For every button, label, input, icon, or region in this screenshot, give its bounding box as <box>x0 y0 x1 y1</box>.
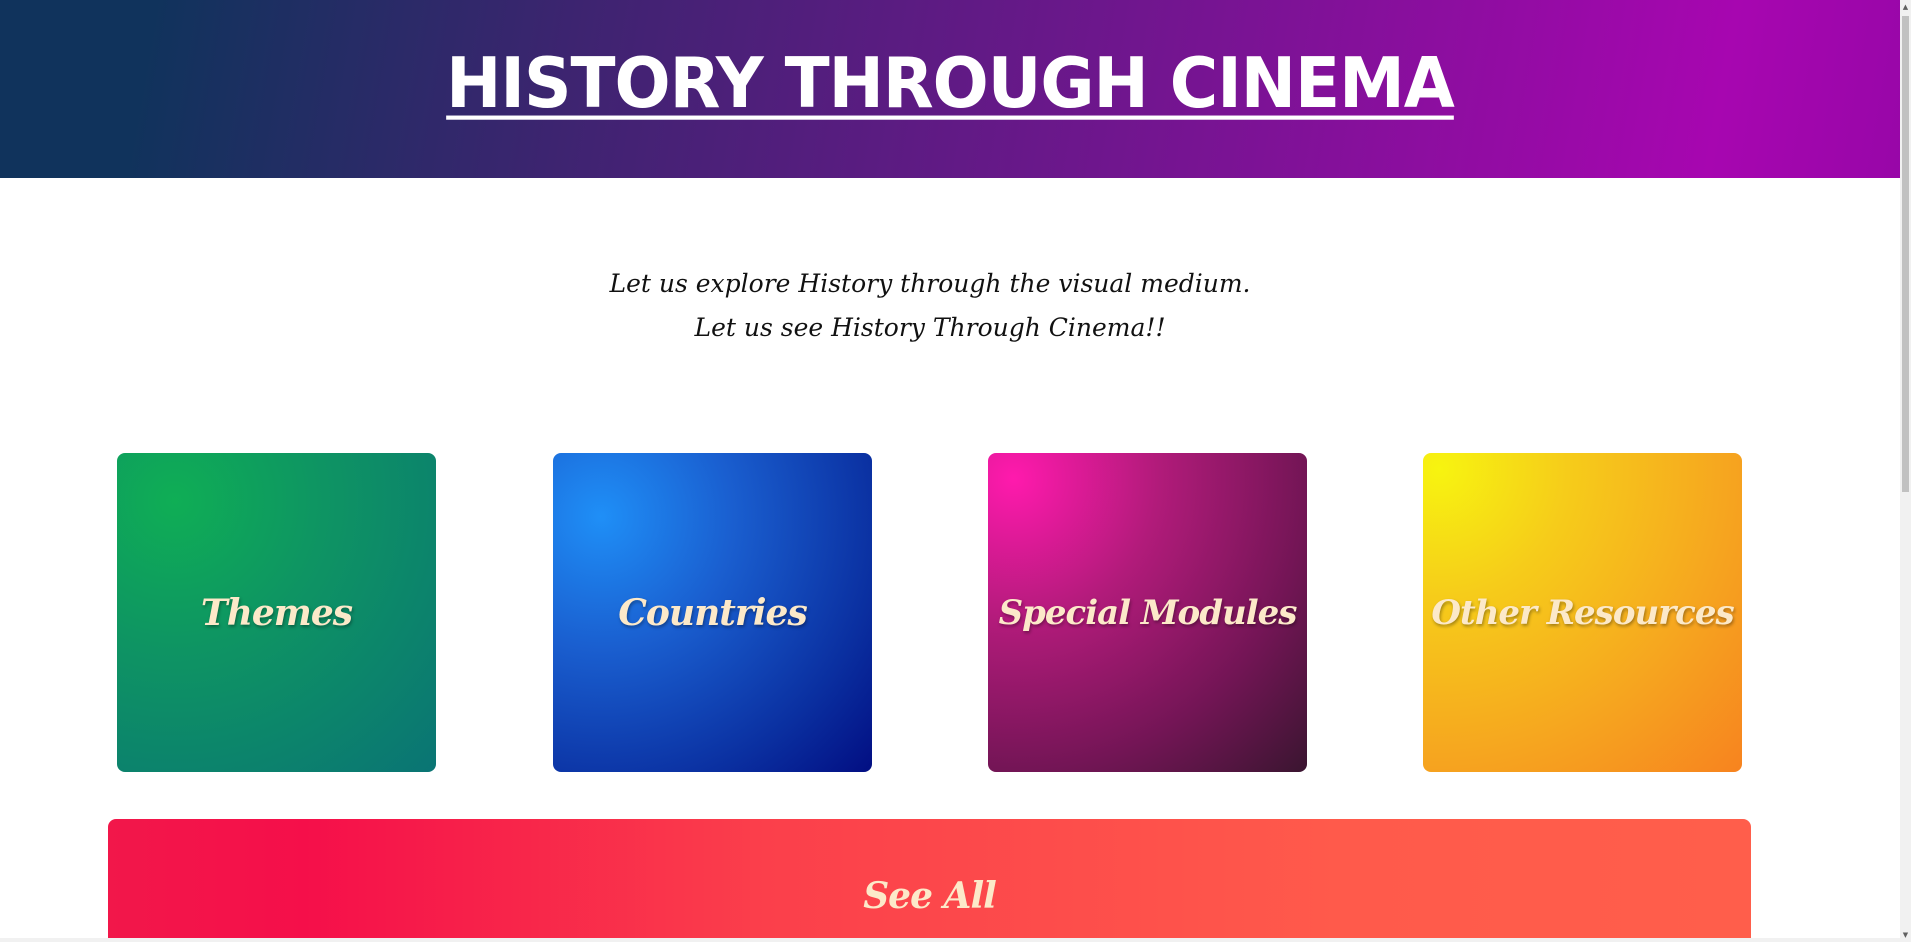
scroll-up-arrow-icon[interactable]: ▲ <box>1900 0 1911 14</box>
scrollbar-thumb[interactable] <box>1902 16 1909 492</box>
see-all-label: See All <box>863 875 997 917</box>
scroll-down-arrow-icon[interactable]: ▼ <box>1900 928 1911 942</box>
other-resources-card-label: Other Resources <box>1431 592 1734 633</box>
countries-card[interactable]: Countries <box>553 453 872 772</box>
countries-card-label: Countries <box>618 591 807 634</box>
see-all-button[interactable]: See All <box>108 819 1751 942</box>
themes-card[interactable]: Themes <box>117 453 436 772</box>
themes-card-label: Themes <box>200 591 353 634</box>
page: HISTORY THROUGH CINEMA Let us explore Hi… <box>0 0 1900 942</box>
intro-line-1: Let us explore History through the visua… <box>609 269 1251 298</box>
site-header: HISTORY THROUGH CINEMA <box>0 0 1900 178</box>
horizontal-scrollbar[interactable] <box>0 938 1900 942</box>
vertical-scrollbar[interactable]: ▲ ▼ <box>1900 0 1911 942</box>
intro-line-2: Let us see History Through Cinema!! <box>694 313 1166 342</box>
other-resources-card[interactable]: Other Resources <box>1423 453 1742 772</box>
special-modules-card[interactable]: Special Modules <box>988 453 1307 772</box>
intro-text: Let us explore History through the visua… <box>0 262 1860 350</box>
special-modules-card-label: Special Modules <box>998 592 1298 633</box>
site-title[interactable]: HISTORY THROUGH CINEMA <box>446 43 1455 124</box>
